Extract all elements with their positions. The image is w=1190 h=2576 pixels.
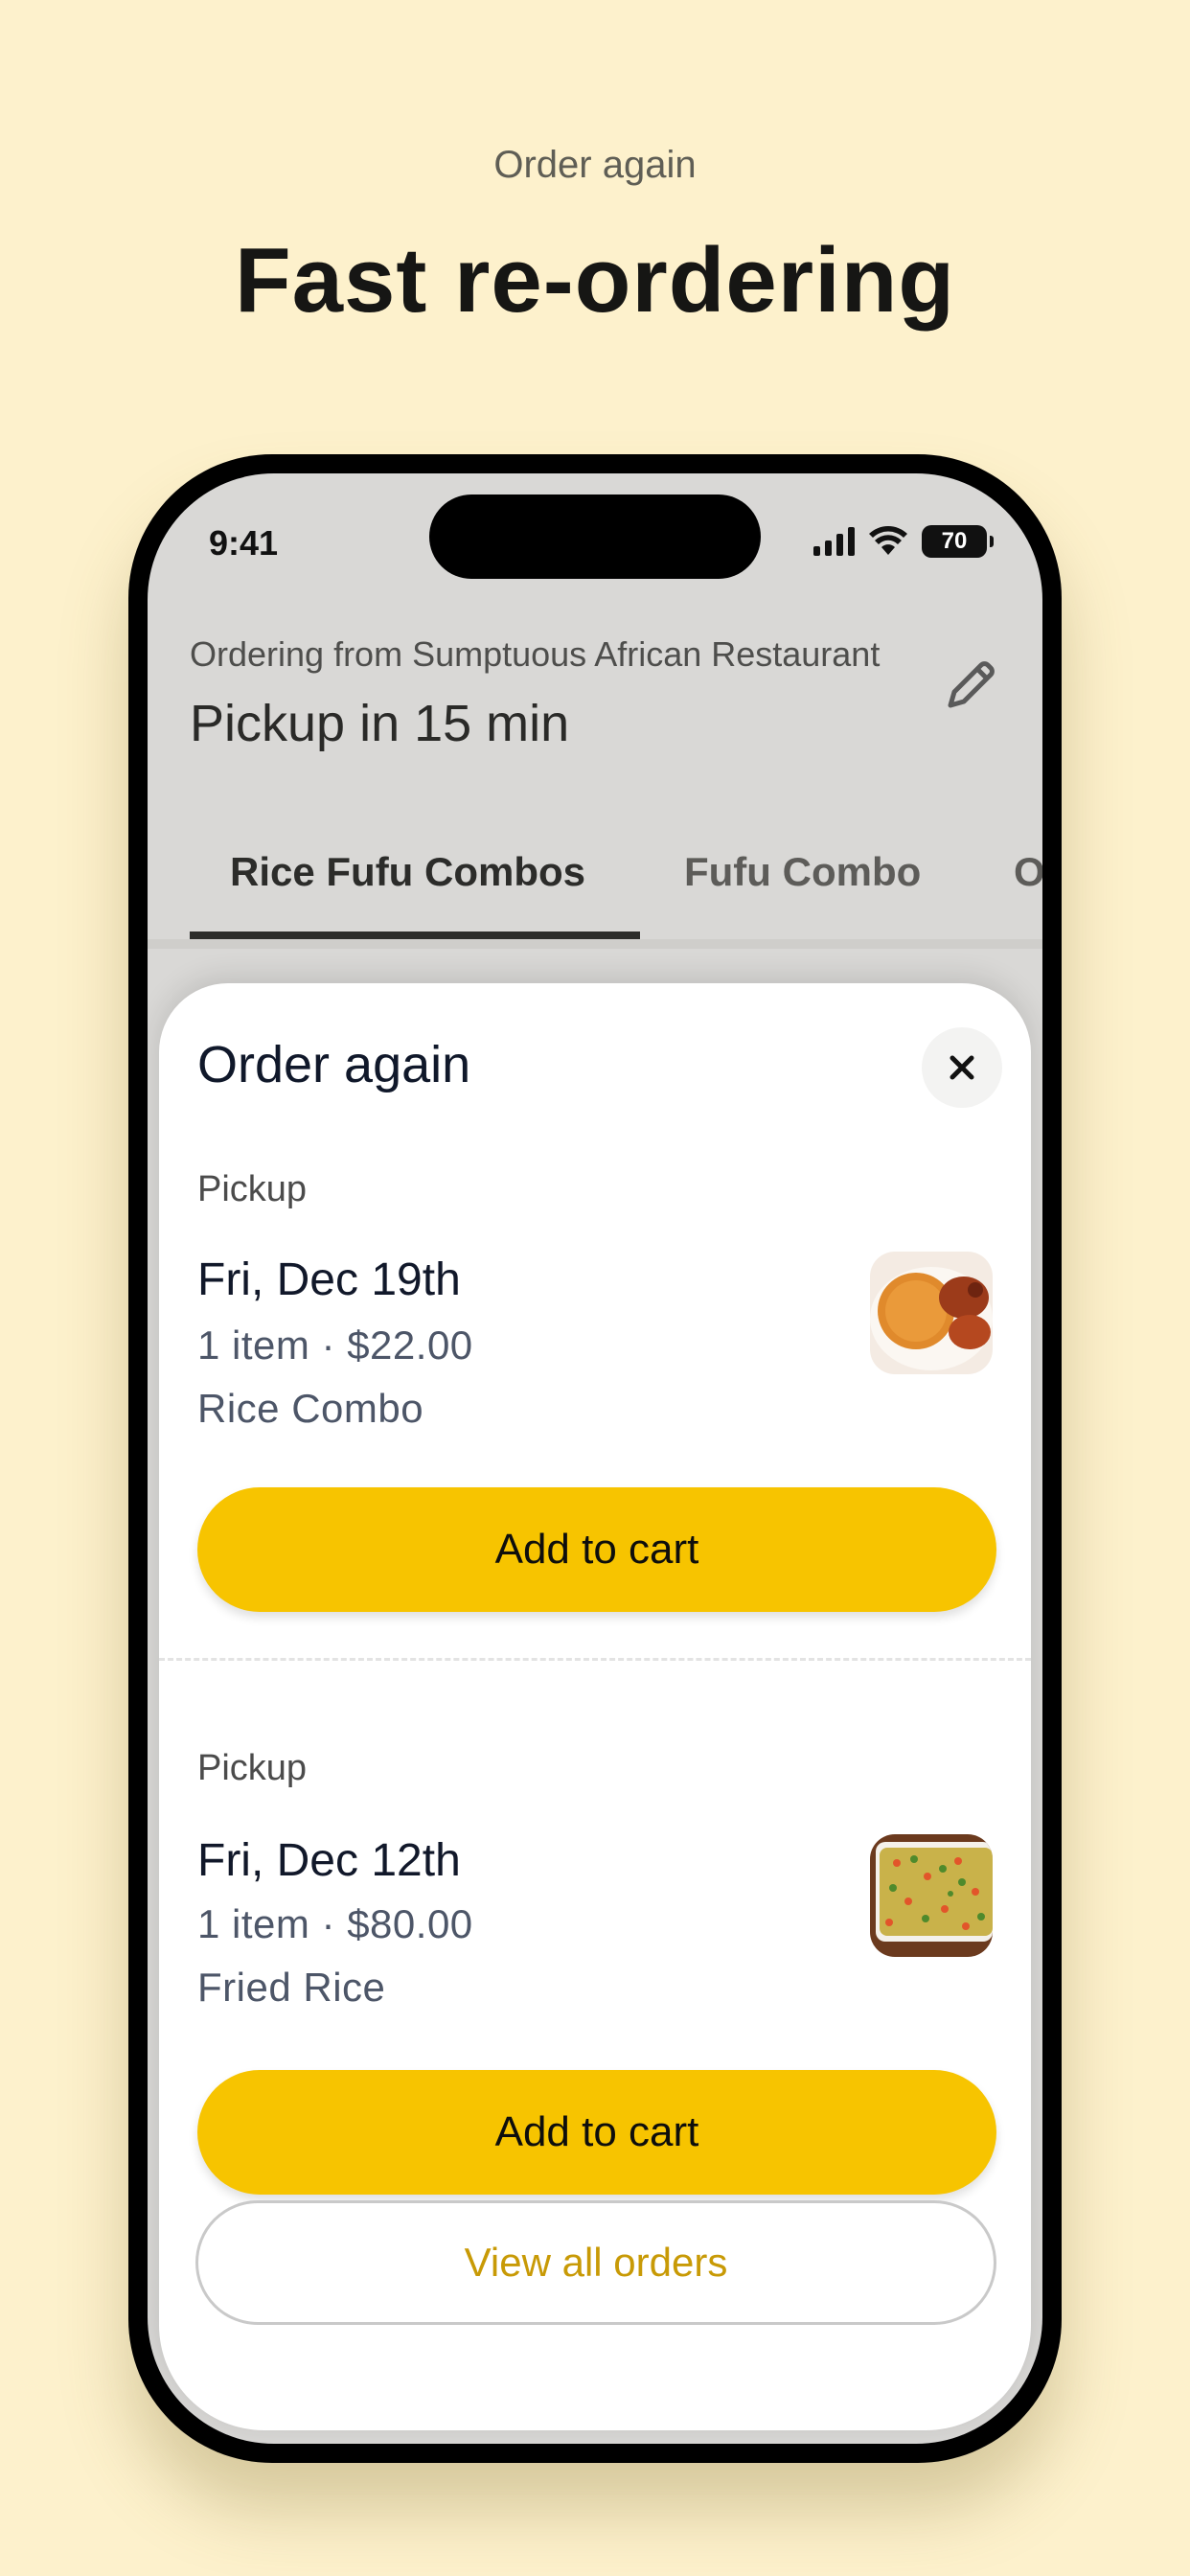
tab-fufu-combo[interactable]: Fufu Combo: [684, 849, 921, 895]
order-meta: 1 item · $22.00: [197, 1322, 473, 1368]
view-all-orders-button[interactable]: View all orders: [195, 2200, 996, 2325]
order-card: Pickup Fri, Dec 19th 1 item · $22.00 Ric…: [197, 1146, 996, 1644]
sheet-title: Order again: [197, 1036, 471, 1093]
close-icon: [950, 1055, 974, 1080]
signal-icon: [813, 527, 855, 556]
ordering-from-label: Ordering from Sumptuous African Restaura…: [190, 634, 881, 674]
category-tabs: Rice Fufu Combos Fufu Combo O: [148, 830, 1042, 939]
add-to-cart-button[interactable]: Add to cart: [197, 2070, 996, 2195]
order-date: Fri, Dec 19th: [197, 1254, 461, 1305]
order-again-sheet: Order again Pickup Fri, Dec 19th 1 item …: [159, 983, 1031, 2430]
order-date: Fri, Dec 12th: [197, 1835, 461, 1886]
order-type: Pickup: [197, 1169, 308, 1209]
page-eyebrow: Order again: [493, 144, 697, 186]
order-meta: 1 item · $80.00: [197, 1901, 473, 1946]
fried-rice-thumbnail: [870, 1834, 993, 1957]
rice-combo-thumbnail: [870, 1252, 993, 1374]
add-to-cart-button[interactable]: Add to cart: [197, 1487, 996, 1612]
tab-rice-fufu-combos[interactable]: Rice Fufu Combos: [230, 849, 585, 895]
dynamic-island: [429, 494, 761, 579]
order-name: Fried Rice: [197, 1965, 386, 2010]
page-headline: Fast re-ordering: [234, 229, 956, 332]
active-tab-indicator: [190, 932, 640, 939]
battery-icon: 70: [922, 525, 994, 558]
order-name: Rice Combo: [197, 1386, 424, 1431]
tab-divider: [148, 939, 1042, 949]
phone-frame: 9:41 70 Ordering from Sumptuous African …: [128, 454, 1062, 2463]
order-card: Pickup Fri, Dec 12th 1 item · $80.00 Fri…: [197, 1729, 996, 2227]
order-divider: [159, 1658, 1031, 1661]
pencil-icon[interactable]: [937, 652, 1004, 719]
status-icons: 70: [813, 525, 994, 558]
pickup-time[interactable]: Pickup in 15 min: [190, 694, 569, 753]
phone-screen: 9:41 70 Ordering from Sumptuous African …: [148, 473, 1042, 2444]
order-type: Pickup: [197, 1748, 308, 1788]
close-button[interactable]: [922, 1027, 1002, 1108]
wifi-icon: [869, 526, 907, 555]
status-time: 9:41: [209, 523, 279, 563]
tab-more[interactable]: O: [1014, 849, 1042, 895]
